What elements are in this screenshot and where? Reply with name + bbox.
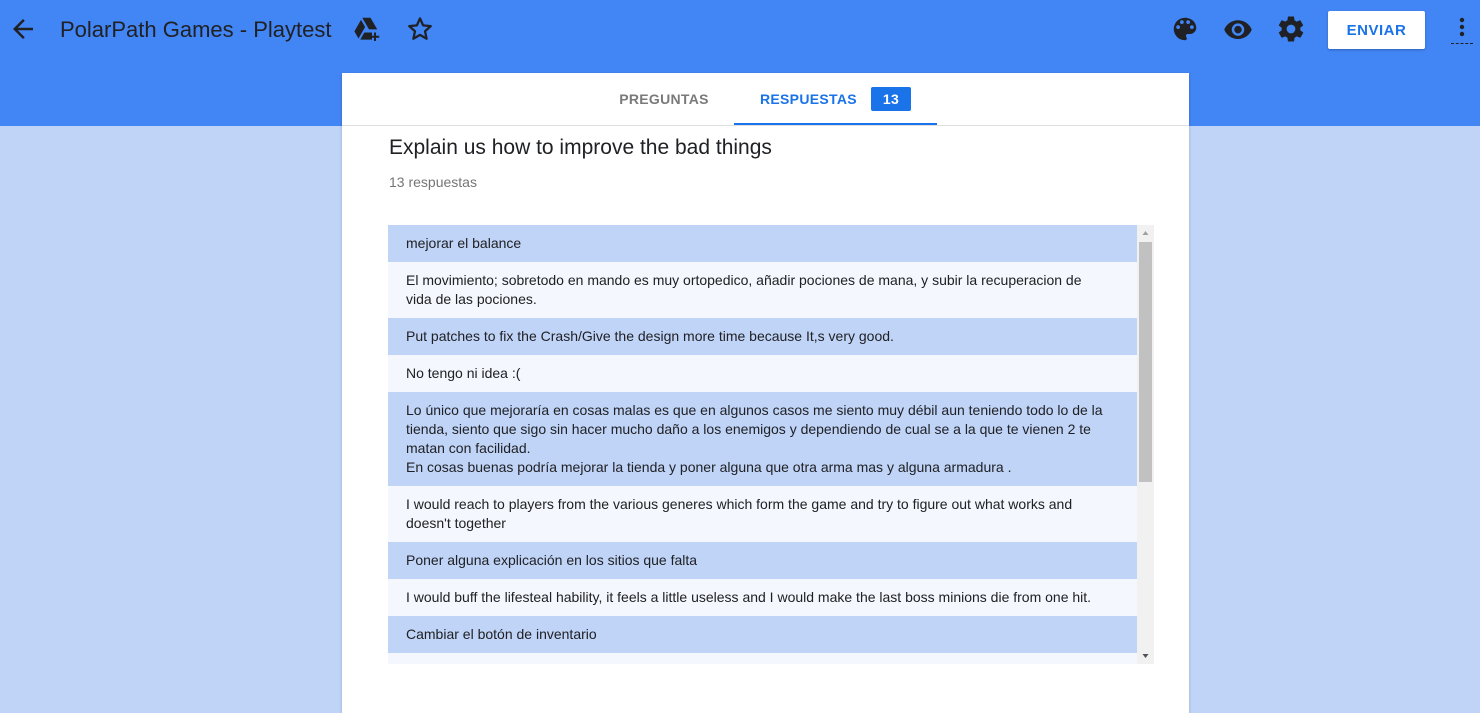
drive-add-icon[interactable] <box>352 14 382 44</box>
responses-count-badge: 13 <box>871 87 911 111</box>
answer-row: El movimiento; sobretodo en mando es muy… <box>388 262 1137 318</box>
answers-rows: mejorar el balance El movimiento; sobret… <box>388 225 1137 664</box>
star-icon[interactable] <box>405 14 435 44</box>
answer-row: I would reach to players from the variou… <box>388 486 1137 542</box>
answer-row: I would buff the lifesteal hability, it … <box>388 579 1137 616</box>
answer-row: No tengo ni idea :( <box>388 355 1137 392</box>
more-vert-icon[interactable] <box>1449 14 1475 46</box>
eye-icon[interactable] <box>1223 14 1253 44</box>
gear-icon[interactable] <box>1276 14 1306 44</box>
more-underline <box>1451 43 1473 44</box>
answer-row: Put patches to fix the Crash/Give the de… <box>388 318 1137 355</box>
answer-row: Lo único que mejoraría en cosas malas es… <box>388 392 1137 486</box>
responses-card: PREGUNTAS RESPUESTAS 13 Explain us how t… <box>342 73 1189 713</box>
response-count: 13 respuestas <box>389 174 477 190</box>
back-arrow-icon[interactable] <box>8 14 38 44</box>
answers-scrollbar[interactable] <box>1137 225 1154 664</box>
tab-preguntas[interactable]: PREGUNTAS <box>597 73 731 125</box>
scrollbar-thumb[interactable] <box>1139 242 1152 482</box>
answer-row: mejorar el balance <box>388 225 1137 262</box>
scroll-down-arrow-icon[interactable] <box>1137 648 1154 664</box>
form-title: PolarPath Games - Playtest <box>60 17 332 42</box>
palette-icon[interactable] <box>1170 14 1200 44</box>
send-button[interactable]: ENVIAR <box>1328 11 1425 49</box>
question-title: Explain us how to improve the bad things <box>389 136 772 159</box>
answers-list[interactable]: mejorar el balance El movimiento; sobret… <box>388 225 1154 664</box>
answer-row: Poner alguna explicación en los sitios q… <box>388 542 1137 579</box>
scroll-up-arrow-icon[interactable] <box>1137 225 1154 241</box>
tab-respuestas-label: RESPUESTAS <box>760 91 857 107</box>
tab-respuestas[interactable]: RESPUESTAS 13 <box>734 73 937 125</box>
tab-bar: PREGUNTAS RESPUESTAS 13 <box>342 73 1189 126</box>
answer-row: Cambiar el botón de inventario <box>388 616 1137 653</box>
answer-row: -Moverse en 8 direcciones like the lobby <box>388 653 1137 664</box>
